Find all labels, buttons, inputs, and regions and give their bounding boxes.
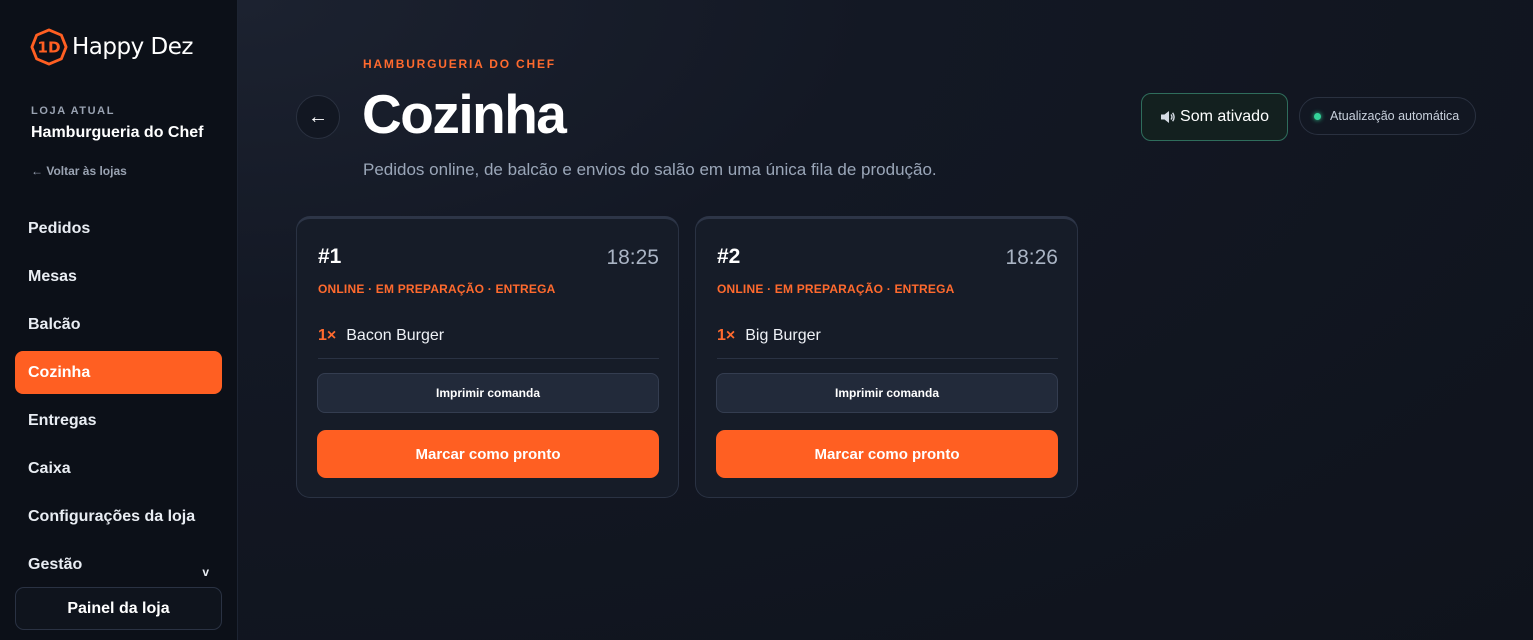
speaker-icon [1161, 111, 1175, 123]
happy-dez-logo-icon: 1D [30, 28, 68, 66]
order-number: #2 [717, 245, 741, 268]
sidebar-item-balcao[interactable]: Balcão [15, 303, 222, 346]
print-ticket-button[interactable]: Imprimir comanda [317, 373, 659, 413]
order-item-name: Big Burger [745, 327, 821, 344]
sidebar-item-label: Mesas [28, 267, 77, 285]
sidebar-item-label: Pedidos [28, 219, 91, 237]
order-item-qty: 1× [318, 327, 337, 344]
brand-name: Happy Dez [72, 34, 193, 60]
store-eyebrow: HAMBURGUERIA DO CHEF [363, 57, 556, 71]
order-time: 18:26 [1005, 246, 1058, 269]
sidebar-item-label: Balcão [28, 315, 81, 333]
main-content: HAMBURGUERIA DO CHEF ← Cozinha Pedidos o… [238, 0, 1533, 640]
order-item-name: Bacon Burger [346, 327, 445, 344]
sidebar-item-gestao[interactable]: Gestão v [15, 543, 222, 586]
sidebar-item-label: Cozinha [28, 363, 91, 381]
sidebar: 1D Happy Dez LOJA ATUAL Hamburgueria do … [0, 0, 238, 640]
sidebar-item-pedidos[interactable]: Pedidos [15, 207, 222, 250]
order-item: 1× Bacon Burger [318, 327, 659, 359]
app-root: 1D Happy Dez LOJA ATUAL Hamburgueria do … [0, 0, 1533, 640]
order-card: #1 18:25 ONLINE · EM PREPARAÇÃO · ENTREG… [296, 216, 679, 498]
print-ticket-button[interactable]: Imprimir comanda [716, 373, 1058, 413]
order-status: ONLINE · EM PREPARAÇÃO · ENTREGA [717, 282, 955, 296]
sidebar-item-entregas[interactable]: Entregas [15, 399, 222, 442]
current-store-label: LOJA ATUAL [31, 105, 116, 117]
order-item: 1× Big Burger [717, 327, 1058, 359]
order-item-qty: 1× [717, 327, 736, 344]
back-button[interactable]: ← [296, 95, 340, 139]
sidebar-item-caixa[interactable]: Caixa [15, 447, 222, 490]
arrow-left-icon: ← [308, 105, 328, 128]
sound-toggle-button[interactable]: Som ativado [1141, 93, 1288, 141]
auto-update-indicator: Atualização automática [1299, 97, 1476, 135]
sidebar-item-mesas[interactable]: Mesas [15, 255, 222, 298]
current-store-name: Hamburgueria do Chef [31, 124, 204, 141]
sidebar-item-label: Gestão [28, 555, 83, 573]
order-status: ONLINE · EM PREPARAÇÃO · ENTREGA [318, 282, 556, 296]
chevron-down-icon: v [202, 565, 209, 579]
mark-ready-button[interactable]: Marcar como pronto [716, 430, 1058, 478]
sidebar-item-label: Caixa [28, 459, 71, 477]
page-title: Cozinha [362, 83, 567, 145]
sidebar-item-label: Entregas [28, 411, 97, 429]
store-panel-button[interactable]: Painel da loja [15, 587, 222, 630]
sidebar-item-label: Configurações da loja [28, 507, 196, 525]
page-subtitle: Pedidos online, de balcão e envios do sa… [363, 160, 937, 179]
auto-update-label: Atualização automática [1330, 109, 1460, 123]
sound-toggle-label: Som ativado [1180, 108, 1269, 125]
sidebar-item-cozinha[interactable]: Cozinha [15, 351, 222, 394]
status-dot-icon [1314, 112, 1321, 120]
mark-ready-button[interactable]: Marcar como pronto [317, 430, 659, 478]
svg-text:1D: 1D [37, 39, 60, 57]
back-to-stores-link[interactable]: ← Voltar às lojas [31, 164, 127, 178]
order-card: #2 18:26 ONLINE · EM PREPARAÇÃO · ENTREG… [695, 216, 1078, 498]
order-time: 18:25 [606, 246, 659, 269]
brand[interactable]: 1D Happy Dez [30, 28, 193, 66]
order-number: #1 [318, 245, 342, 268]
sidebar-item-configuracoes[interactable]: Configurações da loja [15, 495, 222, 538]
sidebar-nav: Pedidos Mesas Balcão Cozinha Entregas Ca… [15, 207, 222, 591]
